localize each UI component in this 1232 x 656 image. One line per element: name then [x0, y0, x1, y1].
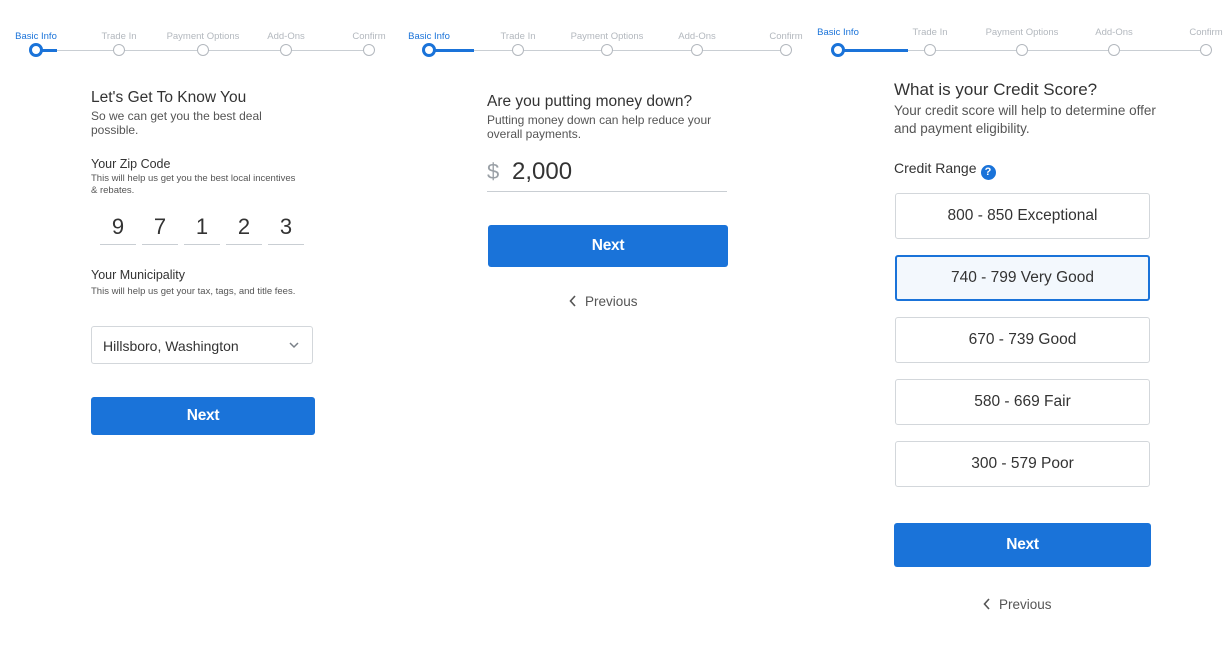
step-dot-trade-in[interactable]	[113, 44, 125, 56]
progress-stepper: Basic Info Trade In Payment Options Add-…	[396, 0, 808, 70]
step-label-confirm[interactable]: Confirm	[769, 31, 802, 42]
step-dot-basic-info[interactable]	[422, 43, 436, 57]
step-dot-payment-options[interactable]	[601, 44, 613, 56]
zip-code-label: Your Zip Code	[91, 157, 171, 171]
step-label-basic-info[interactable]: Basic Info	[817, 27, 859, 38]
step-dot-payment-options[interactable]	[197, 44, 209, 56]
credit-option-exceptional[interactable]: 800 - 850 Exceptional	[895, 193, 1150, 239]
step-dot-add-ons[interactable]	[1108, 44, 1120, 56]
zip-digit-input[interactable]: 3	[268, 210, 304, 245]
progress-stepper: Basic Info Trade In Payment Options Add-…	[808, 0, 1232, 70]
step-dot-basic-info[interactable]	[29, 43, 43, 57]
step-label-basic-info[interactable]: Basic Info	[408, 31, 450, 42]
municipality-help: This will help us get your tax, tags, an…	[91, 286, 296, 297]
step-label-add-ons[interactable]: Add-Ons	[1095, 27, 1133, 38]
step-label-add-ons[interactable]: Add-Ons	[678, 31, 716, 42]
panel-down-payment: Basic Info Trade In Payment Options Add-…	[396, 0, 808, 656]
credit-range-label: Credit Range?	[894, 160, 996, 180]
page-subtitle: Putting money down can help reduce your …	[487, 113, 712, 141]
chevron-left-icon	[983, 598, 990, 610]
credit-range-label-text: Credit Range	[894, 160, 977, 176]
zip-digit-input[interactable]: 1	[184, 210, 220, 245]
down-payment-value: 2,000	[512, 158, 573, 185]
zip-digit-input[interactable]: 9	[100, 210, 136, 245]
municipality-select[interactable]: Hillsboro, Washington	[91, 326, 313, 364]
currency-symbol: $	[487, 159, 500, 184]
municipality-select-value: Hillsboro, Washington	[103, 338, 239, 354]
previous-link[interactable]: Previous	[983, 597, 1052, 612]
panel-basic-info-zip: Basic Info Trade In Payment Options Add-…	[0, 0, 395, 656]
step-dot-trade-in[interactable]	[512, 44, 524, 56]
step-dot-trade-in[interactable]	[924, 44, 936, 56]
page-subtitle: So we can get you the best deal possible…	[91, 109, 262, 137]
step-label-payment-options[interactable]: Payment Options	[986, 27, 1059, 38]
step-dot-confirm[interactable]	[363, 44, 375, 56]
credit-option-poor[interactable]: 300 - 579 Poor	[895, 441, 1150, 487]
next-button[interactable]: Next	[894, 523, 1151, 567]
step-dot-payment-options[interactable]	[1016, 44, 1028, 56]
step-label-payment-options[interactable]: Payment Options	[571, 31, 644, 42]
next-button[interactable]: Next	[91, 397, 315, 435]
step-label-add-ons[interactable]: Add-Ons	[267, 31, 305, 42]
stepper-track-progress	[838, 49, 908, 52]
step-label-trade-in[interactable]: Trade In	[500, 31, 535, 42]
previous-label: Previous	[999, 597, 1052, 612]
step-dot-basic-info[interactable]	[831, 43, 845, 57]
zip-digit-input[interactable]: 2	[226, 210, 262, 245]
step-dot-add-ons[interactable]	[280, 44, 292, 56]
step-label-confirm[interactable]: Confirm	[1189, 27, 1222, 38]
step-label-trade-in[interactable]: Trade In	[101, 31, 136, 42]
zip-code-help: This will help us get you the best local…	[91, 173, 296, 196]
help-icon[interactable]: ?	[980, 165, 996, 180]
step-label-basic-info[interactable]: Basic Info	[15, 31, 57, 42]
page-title: Are you putting money down?	[487, 93, 693, 110]
municipality-label: Your Municipality	[91, 268, 186, 282]
chevron-down-icon	[288, 338, 300, 356]
previous-link[interactable]: Previous	[569, 294, 638, 309]
step-label-confirm[interactable]: Confirm	[352, 31, 385, 42]
chevron-left-icon	[569, 295, 576, 307]
credit-option-good[interactable]: 670 - 739 Good	[895, 317, 1150, 363]
page-title: What is your Credit Score?	[894, 80, 1098, 99]
zip-digit-input[interactable]: 7	[142, 210, 178, 245]
next-button[interactable]: Next	[488, 225, 728, 267]
step-label-trade-in[interactable]: Trade In	[912, 27, 947, 38]
credit-option-very-good[interactable]: 740 - 799 Very Good	[895, 255, 1150, 301]
down-payment-input[interactable]: $ 2,000	[487, 155, 727, 192]
step-dot-add-ons[interactable]	[691, 44, 703, 56]
page-subtitle: Your credit score will help to determine…	[894, 103, 1156, 136]
step-dot-confirm[interactable]	[1200, 44, 1212, 56]
step-dot-confirm[interactable]	[780, 44, 792, 56]
previous-label: Previous	[585, 294, 638, 309]
step-label-payment-options[interactable]: Payment Options	[167, 31, 240, 42]
panel-credit-score: Basic Info Trade In Payment Options Add-…	[808, 0, 1232, 656]
credit-option-fair[interactable]: 580 - 669 Fair	[895, 379, 1150, 425]
progress-stepper: Basic Info Trade In Payment Options Add-…	[0, 0, 395, 70]
page-title: Let's Get To Know You	[91, 89, 247, 106]
